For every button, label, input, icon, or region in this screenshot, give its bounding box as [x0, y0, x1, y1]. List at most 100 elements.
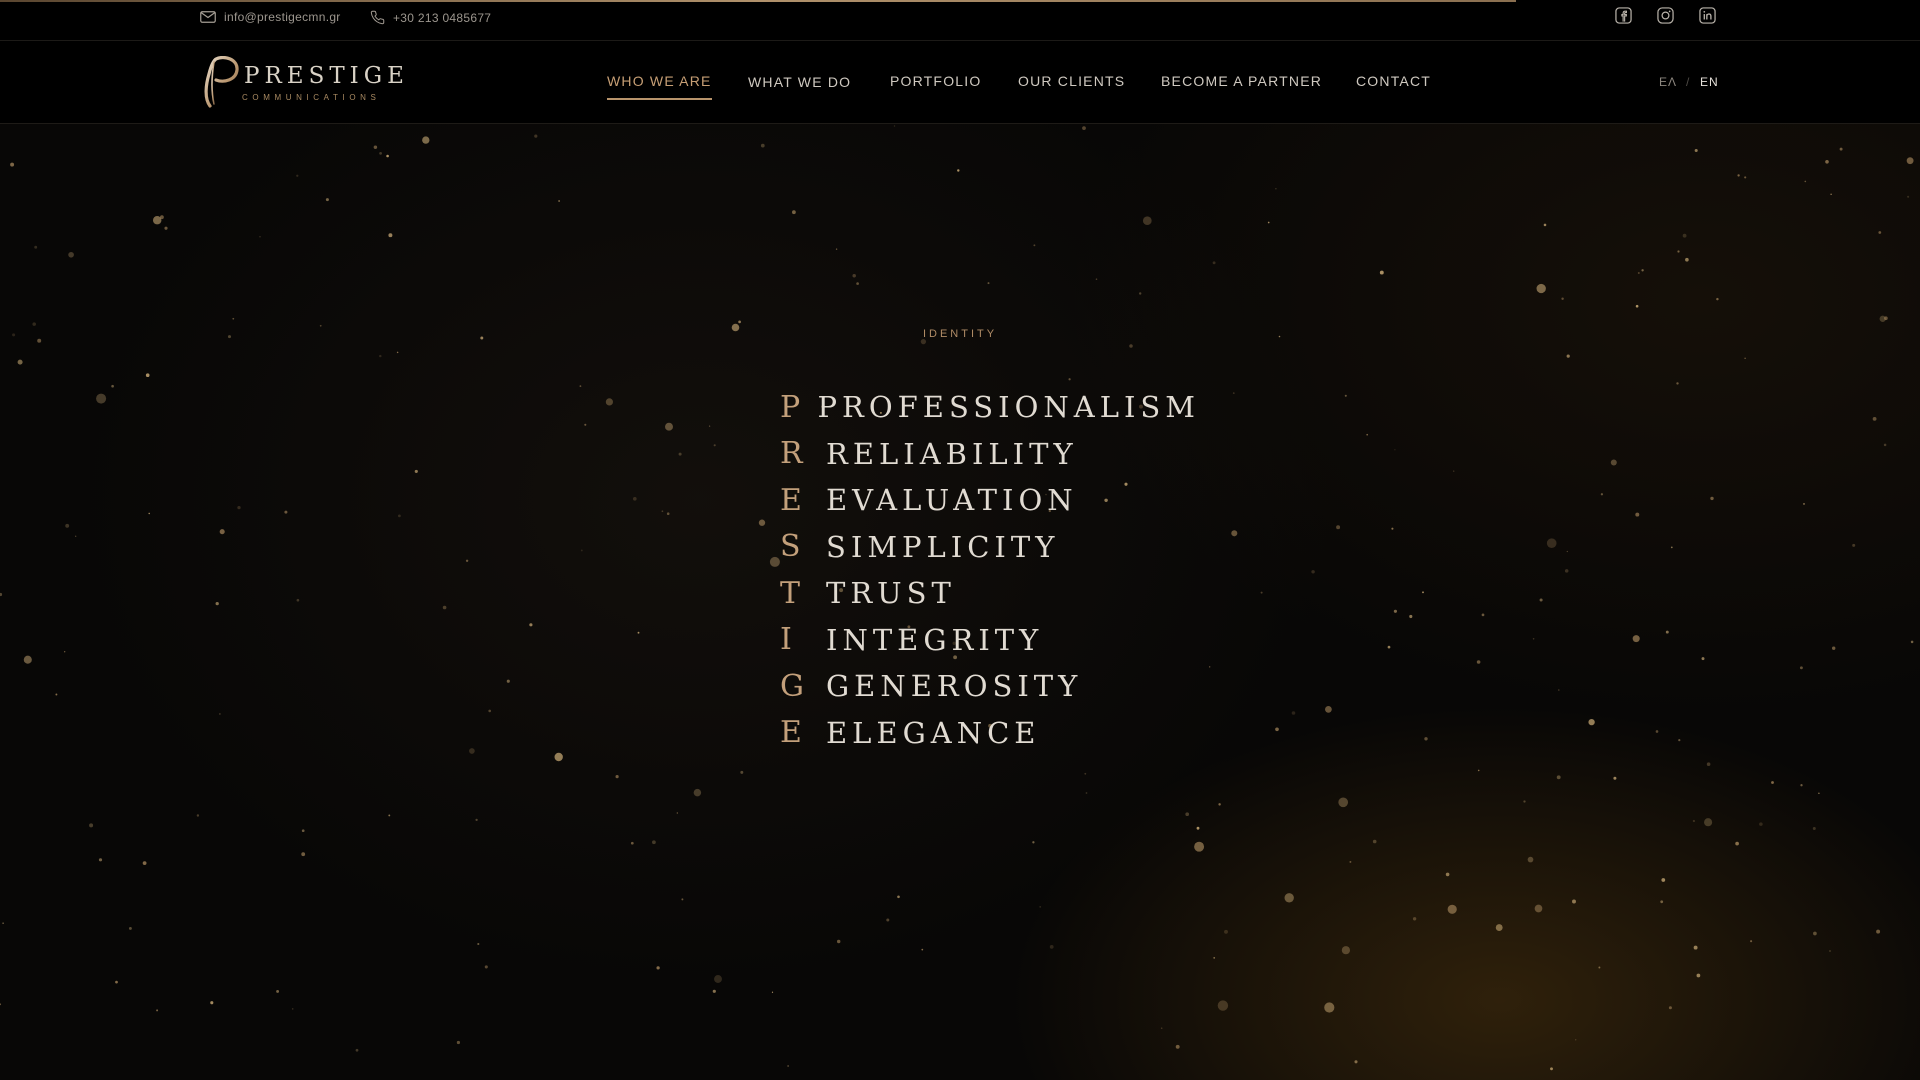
- particle: [1325, 706, 1332, 713]
- particle: [1160, 1027, 1163, 1029]
- nav-label: CONTACT: [1356, 73, 1432, 89]
- particle: [1710, 496, 1714, 501]
- nav-label: BECOME A PARTNER: [1161, 73, 1323, 89]
- nav-become-a-partner[interactable]: BECOME A PARTNER: [1161, 73, 1322, 89]
- particle: [1534, 904, 1543, 913]
- logo-tagline: COMMUNICATIONS: [242, 93, 381, 102]
- identity-initial: E: [780, 482, 802, 518]
- particle: [708, 425, 711, 427]
- particle: [1366, 433, 1369, 436]
- particle: [1336, 525, 1341, 530]
- particle: [678, 452, 682, 456]
- particle: [1744, 176, 1747, 179]
- particle: [1693, 945, 1698, 950]
- particle: [1665, 630, 1669, 634]
- identity-word: GENEROSITY: [826, 669, 1083, 704]
- particle: [1393, 609, 1397, 613]
- particle: [1692, 819, 1696, 823]
- particle: [219, 529, 225, 535]
- prestige-logo[interactable]: PRESTIGE COMMUNICATIONS: [200, 55, 404, 108]
- particle: [579, 385, 582, 387]
- particle: [1676, 382, 1679, 385]
- particle: [1532, 638, 1535, 640]
- particle: [506, 679, 510, 683]
- logo-monogram-icon: [200, 55, 242, 113]
- particle: [584, 423, 587, 426]
- particle: [1217, 1000, 1229, 1011]
- nav-label: PORTFOLIO: [890, 73, 982, 89]
- particle: [1409, 614, 1413, 619]
- particle: [291, 1008, 294, 1010]
- particle: [215, 601, 219, 606]
- particle: [1260, 591, 1263, 594]
- nav-our-clients[interactable]: OUR CLIENTS: [1018, 73, 1125, 89]
- particle: [1232, 392, 1235, 394]
- particle: [23, 655, 32, 664]
- particle: [1830, 193, 1832, 195]
- particle: [630, 841, 634, 845]
- phone-text: +30 213 0485677: [393, 10, 492, 25]
- particle: [1677, 250, 1680, 253]
- lang-greek[interactable]: ΕΛ: [1659, 75, 1677, 89]
- identity-word: SIMPLICITY: [826, 529, 1060, 564]
- nav-what-we-do[interactable]: WHAT WE DO: [748, 74, 851, 90]
- identity-acrostic-list: P PROFESSIONALISM R RELIABILITY E EVALUA…: [780, 384, 1200, 756]
- particle: [159, 215, 164, 220]
- phone-icon: [370, 10, 385, 25]
- particle: [792, 210, 796, 215]
- particle: [0, 592, 3, 597]
- lang-separator: /: [1686, 75, 1691, 89]
- particle: [893, 125, 896, 127]
- particle: [1771, 781, 1774, 784]
- particle: [1637, 271, 1640, 275]
- linkedin-link[interactable]: [1697, 7, 1717, 28]
- particle: [1701, 657, 1705, 661]
- particle: [529, 623, 533, 627]
- particle: [237, 505, 241, 510]
- particle: [0, 1003, 1, 1006]
- particle: [111, 384, 114, 388]
- particle: [1694, 148, 1698, 153]
- top-contact-bar: info@prestigecmn.gr +30 213 0485677: [0, 0, 1920, 41]
- facebook-link[interactable]: [1613, 7, 1633, 28]
- particle: [731, 323, 740, 332]
- particle: [758, 519, 766, 526]
- instagram-link[interactable]: [1655, 7, 1675, 28]
- identity-word: INTEGRITY: [826, 622, 1044, 657]
- top-accent-line: [0, 0, 1516, 2]
- particle: [1338, 797, 1349, 808]
- nav-who-we-are[interactable]: WHO WE ARE: [607, 73, 712, 100]
- particle: [1394, 449, 1396, 451]
- particle: [1613, 776, 1617, 780]
- particle: [2, 922, 4, 924]
- particle: [227, 335, 232, 339]
- particle: [115, 980, 118, 984]
- particle: [1344, 394, 1347, 397]
- particle: [1527, 856, 1534, 863]
- particle: [1477, 769, 1480, 772]
- particle: [1825, 160, 1829, 164]
- particle: [1209, 666, 1211, 668]
- particle: [656, 966, 660, 970]
- particle: [396, 351, 399, 354]
- email-link[interactable]: info@prestigecmn.gr: [200, 10, 341, 24]
- main-navigation: PRESTIGE COMMUNICATIONS WHO WE ARE WHAT …: [0, 41, 1920, 124]
- particle: [64, 651, 66, 653]
- particle: [1600, 493, 1604, 496]
- phone-link[interactable]: +30 213 0485677: [370, 10, 491, 25]
- lang-english[interactable]: EN: [1700, 75, 1719, 89]
- nav-contact[interactable]: CONTACT: [1356, 73, 1431, 89]
- particle: [1575, 1039, 1577, 1041]
- particle: [1196, 826, 1200, 830]
- particle: [1085, 792, 1088, 794]
- particle: [388, 814, 391, 817]
- particle: [760, 143, 765, 148]
- particle: [1907, 195, 1910, 198]
- particle: [477, 942, 480, 946]
- nav-portfolio[interactable]: PORTFOLIO: [890, 73, 981, 89]
- particle: [1876, 929, 1881, 934]
- identity-row: I INTEGRITY: [780, 617, 1200, 664]
- particle: [957, 169, 960, 172]
- particle: [1696, 973, 1701, 978]
- particle: [89, 823, 94, 828]
